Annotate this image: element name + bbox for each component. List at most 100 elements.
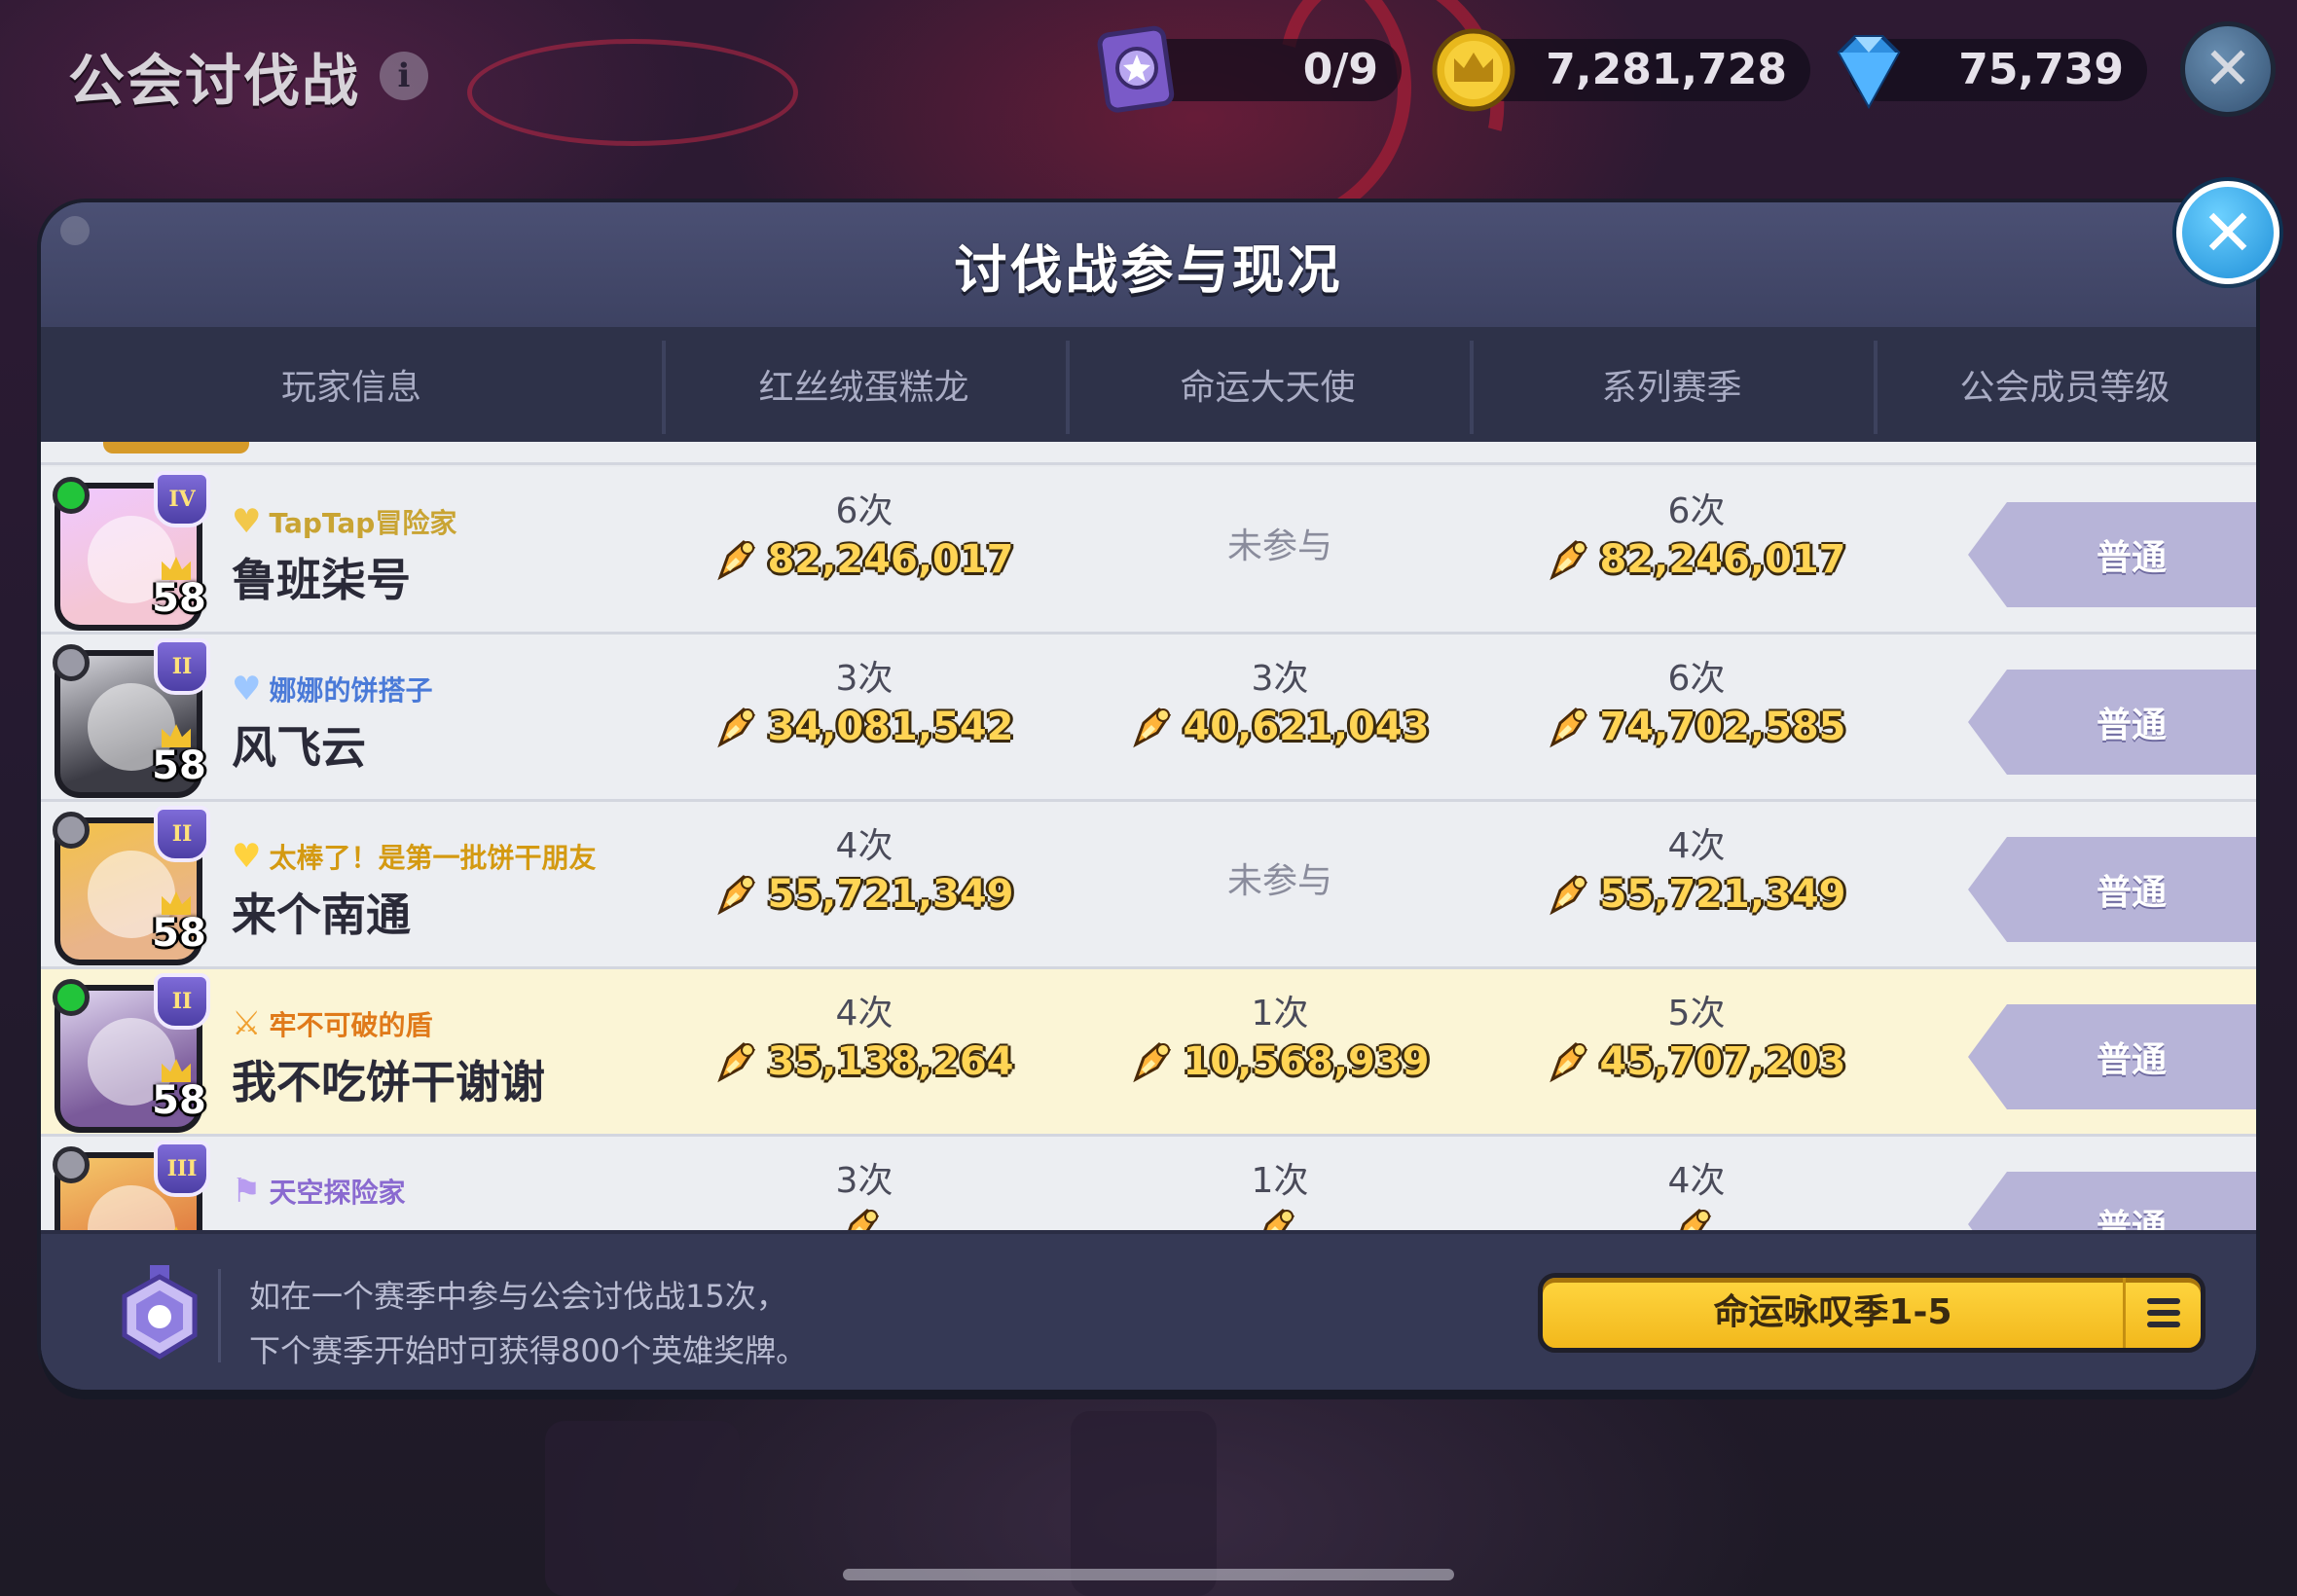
player-level: 58 <box>144 724 214 794</box>
stat-cell-c3: 6次 74,702,585 <box>1492 656 1901 773</box>
tier-badge-icon: II <box>154 638 210 695</box>
participation-modal: 讨伐战参与现况 玩家信息 红丝绒蛋糕龙 命运大天使 系列赛季 公会成员等级 IV… <box>41 202 2256 1390</box>
player-level-value: 58 <box>152 1078 206 1123</box>
damage-score <box>1670 1207 1723 1230</box>
season-select-button[interactable]: 命运咏叹季1-5 <box>1538 1273 2206 1353</box>
damage-medal-icon <box>1133 1042 1172 1083</box>
coin-counter[interactable]: 7,281,728 <box>1432 28 1810 112</box>
damage-score-value: 40,621,043 <box>1183 705 1430 749</box>
tier-badge-icon: IV <box>154 471 210 527</box>
header-gloss <box>60 216 90 245</box>
gold-coin-icon <box>1432 28 1515 112</box>
member-grade-badge[interactable]: 普通 <box>1968 1172 2256 1230</box>
not-participated: 未参与 <box>1226 861 1332 901</box>
offline-status-dot <box>53 644 90 681</box>
damage-score-value: 82,246,017 <box>1599 537 1846 582</box>
coin-value: 7,281,728 <box>1546 45 1787 94</box>
damage-score-value: 35,138,264 <box>767 1039 1014 1084</box>
title-icon: ♥ <box>232 502 262 541</box>
modal-title: 讨伐战参与现况 <box>954 238 1343 301</box>
player-title: ⚔ 牢不可破的盾 <box>232 1004 433 1043</box>
player-title-text: 娜娜的饼搭子 <box>269 674 433 707</box>
stat-cell-c3: 6次 82,246,017 <box>1492 489 1901 605</box>
attempt-count: 4次 <box>835 826 893 866</box>
member-grade-badge[interactable]: 普通 <box>1968 670 2256 775</box>
damage-score-value: 82,246,017 <box>767 537 1014 582</box>
background-pillar <box>545 1421 740 1596</box>
attempt-count: 6次 <box>835 491 893 531</box>
table-row[interactable]: III58⚑天空探险家3次1次4次普通 <box>41 1137 2256 1230</box>
hud-title-bar: 公会讨伐战 i <box>68 37 429 115</box>
table-row[interactable]: II 58 ♥ 太棒了！是第一批饼干朋友 来个南通 4次 55,721,349 未参与 4次 55… <box>41 802 2256 969</box>
damage-score: 55,721,349 <box>714 872 1014 917</box>
column-header-row: 玩家信息 红丝绒蛋糕龙 命运大天使 系列赛季 公会成员等级 <box>41 327 2256 442</box>
offline-status-dot <box>53 1146 90 1183</box>
damage-score-value: 55,721,349 <box>1599 872 1846 917</box>
stat-cell-c2: 1次 10,568,939 <box>1076 991 1484 1107</box>
player-name: 来个南通 <box>232 889 411 941</box>
player-name: 鲁班柒号 <box>232 554 411 606</box>
damage-score-value: 45,707,203 <box>1599 1039 1846 1084</box>
table-row[interactable]: IV 58 ♥ TapTap冒险家鲁班柒号 6次 82,246,017 未参与 6次 82,24… <box>41 467 2256 635</box>
col-header-red-velvet-dragon: 红丝绒蛋糕龙 <box>662 327 1066 442</box>
damage-medal-icon <box>1550 1042 1588 1083</box>
stat-cell-c1: 3次 <box>660 1158 1069 1230</box>
damage-score: 45,707,203 <box>1547 1039 1846 1084</box>
online-status-dot <box>53 477 90 514</box>
menu-icon[interactable] <box>2123 1278 2201 1348</box>
footer-divider <box>218 1269 221 1362</box>
not-participated: 未参与 <box>1226 526 1332 566</box>
player-level: 58 <box>144 1059 214 1129</box>
background-magic-circle <box>467 39 798 146</box>
attempt-count: 5次 <box>1667 994 1726 1034</box>
info-icon[interactable]: i <box>380 52 429 100</box>
stat-cell-c3: 5次 45,707,203 <box>1492 991 1901 1107</box>
table-row[interactable]: II 58 ♥ 娜娜的饼搭子 风飞云 3次 34,081,542 3次 40,621,043 6次… <box>41 635 2256 802</box>
stat-cell-c2: 未参与 <box>1076 489 1484 605</box>
tier-badge-icon: II <box>154 806 210 862</box>
ticket-counter[interactable]: 0/9 <box>1097 25 1402 113</box>
player-level: 58 <box>144 557 214 627</box>
modal-header: 讨伐战参与现况 <box>41 202 2256 327</box>
attempt-count: 6次 <box>1667 491 1726 531</box>
damage-medal-icon <box>717 875 756 916</box>
title-icon: ⚑ <box>232 1172 262 1211</box>
stat-cell-c2: 3次 40,621,043 <box>1076 656 1484 773</box>
member-grade-badge[interactable]: 普通 <box>1968 837 2256 942</box>
player-name: 我不吃饼干谢谢 <box>232 1056 545 1108</box>
attempt-count: 4次 <box>835 994 893 1034</box>
attempt-count: 3次 <box>1251 659 1309 699</box>
stat-cell-c2: 未参与 <box>1076 823 1484 940</box>
season-select-label: 命运咏叹季1-5 <box>1713 1292 1952 1332</box>
player-level-value: 58 <box>152 911 206 956</box>
player-title: ♥ 太棒了！是第一批饼干朋友 <box>232 837 597 876</box>
damage-score-value: 55,721,349 <box>767 872 1014 917</box>
list-top-edge <box>41 442 2256 465</box>
member-grade-badge[interactable]: 普通 <box>1968 1004 2256 1109</box>
table-row[interactable]: II 58 ⚔ 牢不可破的盾 我不吃饼干谢谢 4次 35,138,264 1次 10,568,9… <box>41 969 2256 1137</box>
home-indicator[interactable] <box>843 1569 1454 1580</box>
page-title: 公会讨伐战 <box>68 48 361 114</box>
col-header-player-info: 玩家信息 <box>280 368 421 408</box>
damage-score <box>1254 1207 1306 1230</box>
online-status-dot <box>53 979 90 1016</box>
modal-close-button[interactable]: ✕ <box>2176 181 2279 284</box>
tier-badge-icon: III <box>154 1141 210 1197</box>
ticket-value: 0/9 <box>1302 45 1378 94</box>
player-name: 风飞云 <box>232 721 366 774</box>
stat-cell-c2: 1次 <box>1076 1158 1484 1230</box>
player-level-value: 58 <box>152 576 206 621</box>
hero-medal-icon <box>122 1265 198 1360</box>
stat-cell-c1: 3次 34,081,542 <box>660 656 1069 773</box>
gem-counter[interactable]: 75,739 <box>1837 35 2147 110</box>
gem-value: 75,739 <box>1958 45 2124 94</box>
member-grade-badge[interactable]: 普通 <box>1968 502 2256 607</box>
modal-footer: 如在一个赛季中参与公会讨伐战15次， 下个赛季开始时可获得800个英雄奖牌。 命… <box>41 1230 2256 1390</box>
damage-medal-icon <box>717 707 756 748</box>
damage-medal-icon <box>1133 707 1172 748</box>
player-title-text: 天空探险家 <box>269 1177 406 1209</box>
member-list[interactable]: IV 58 ♥ TapTap冒险家鲁班柒号 6次 82,246,017 未参与 6次 82,24… <box>41 442 2256 1230</box>
player-title: ♥ TapTap冒险家 <box>232 502 456 541</box>
exit-close-button[interactable]: ✕ <box>2180 21 2276 117</box>
player-title-text: 太棒了！是第一批饼干朋友 <box>269 842 597 874</box>
